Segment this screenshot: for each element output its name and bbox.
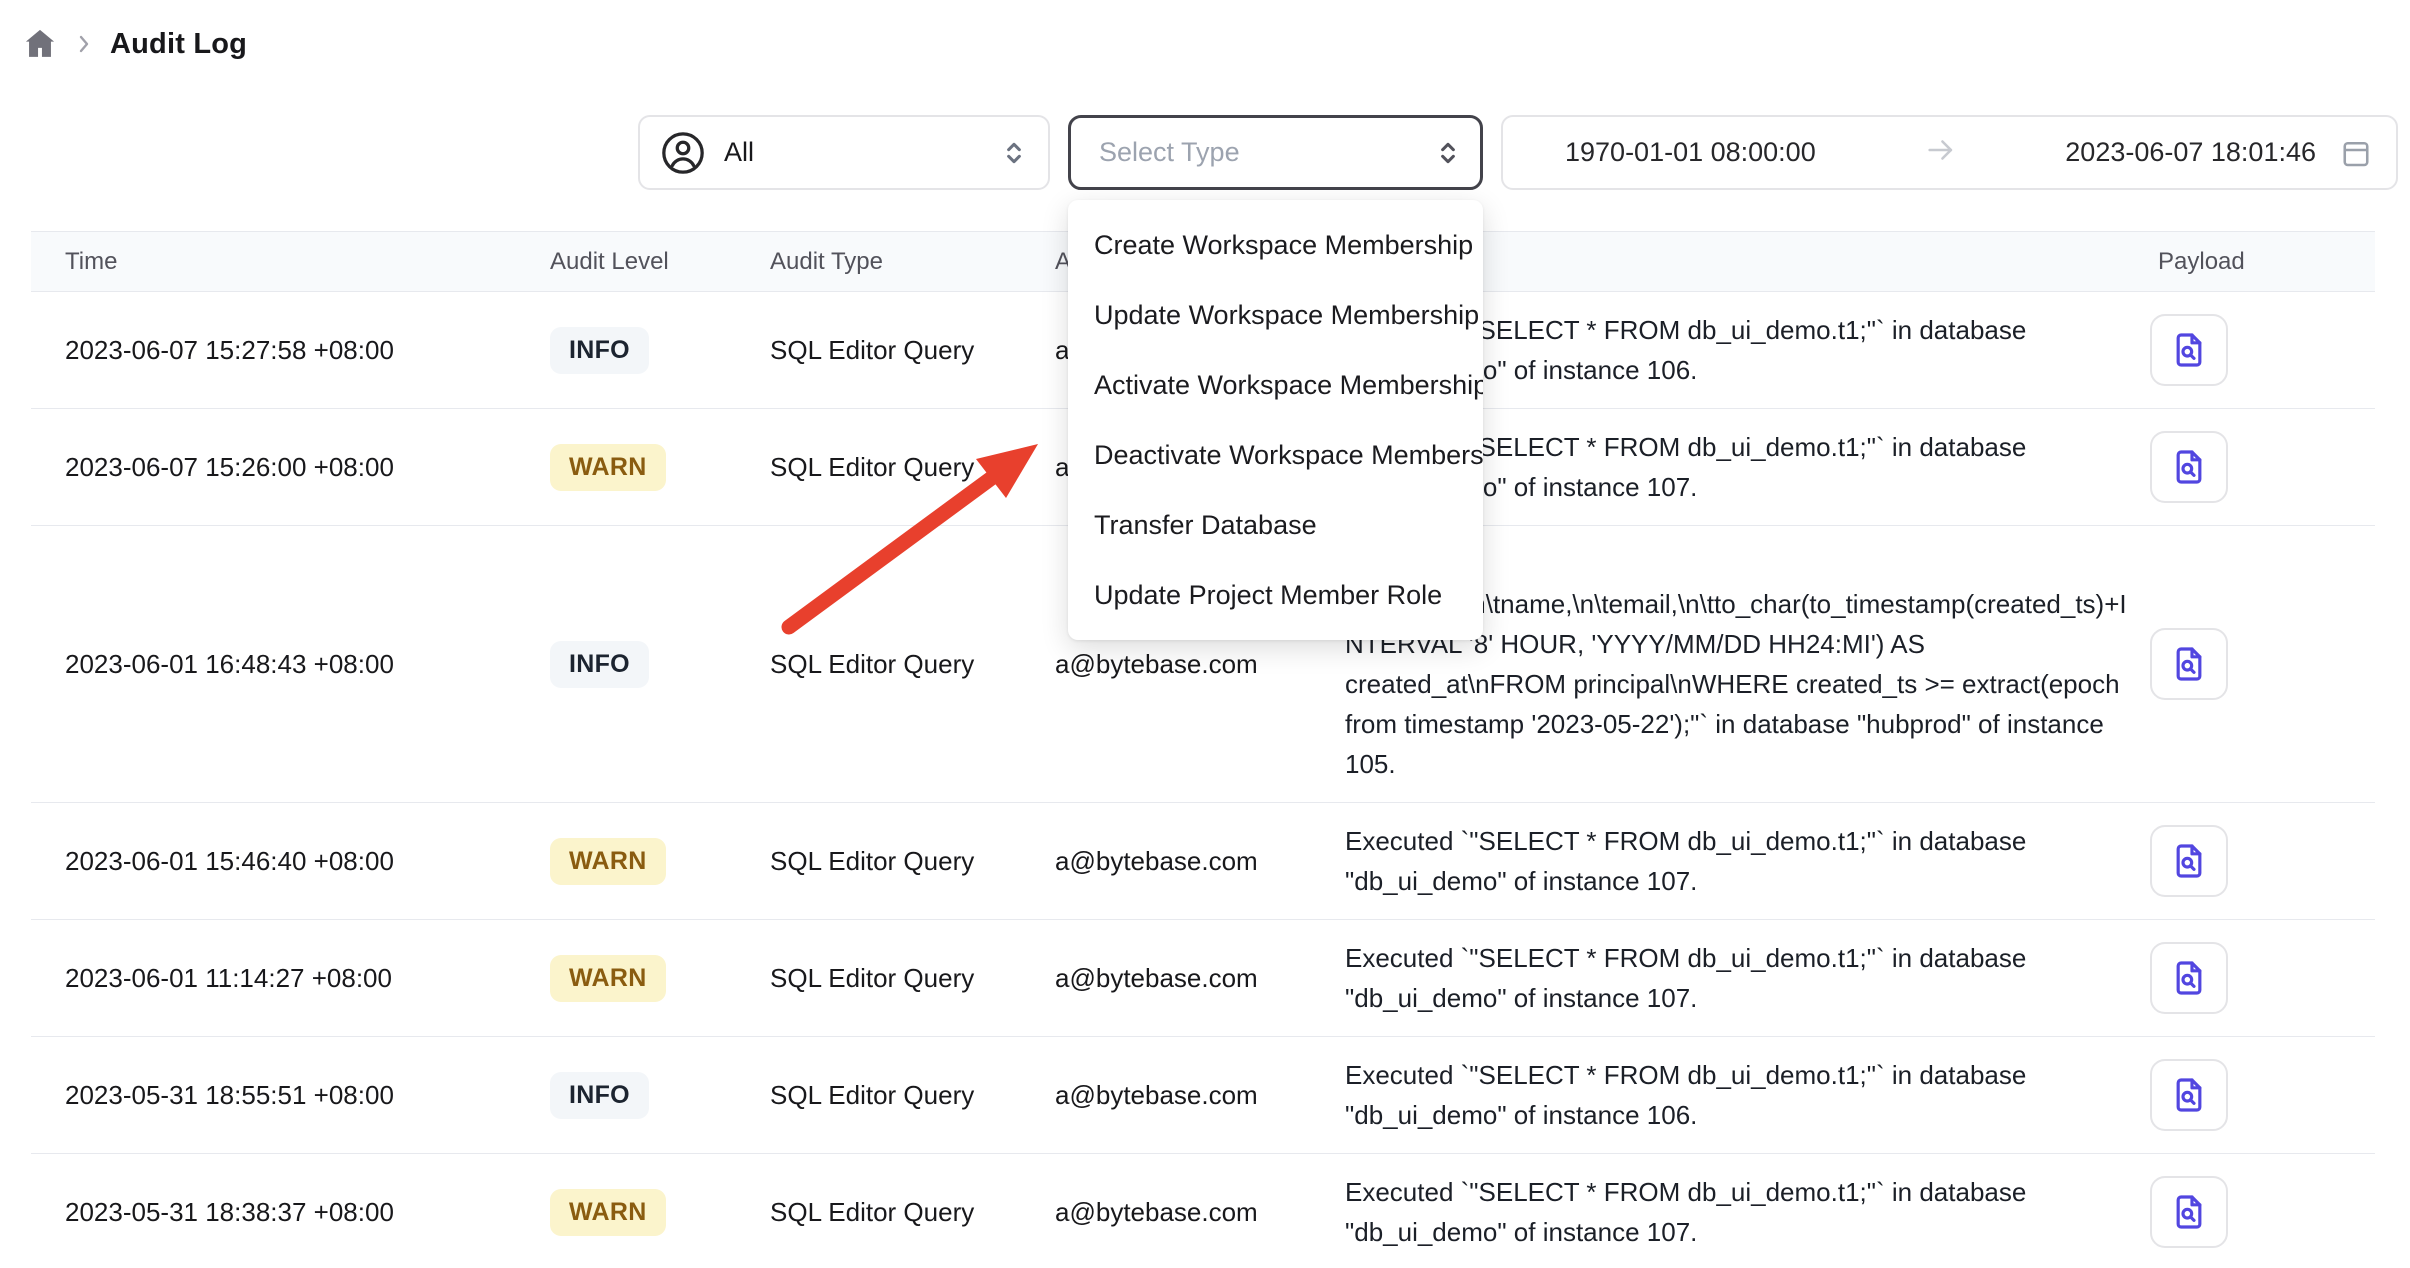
audit-level-badge: INFO — [550, 327, 649, 374]
actor-filter-select[interactable]: All — [638, 115, 1050, 190]
table-row: 2023-06-01 11:14:27 +08:00 WARN SQL Edit… — [31, 920, 2375, 1037]
page-title: Audit Log — [110, 28, 247, 61]
row-actor: a@bytebase.com — [1055, 963, 1345, 994]
type-dropdown-item[interactable]: Deactivate Workspace Membership — [1068, 420, 1483, 490]
document-search-icon — [2169, 1075, 2209, 1115]
row-audit-type: SQL Editor Query — [770, 335, 1055, 366]
row-time: 2023-06-01 16:48:43 +08:00 — [65, 649, 550, 680]
type-filter-placeholder: Select Type — [1099, 137, 1240, 168]
table-row: 2023-06-01 15:46:40 +08:00 WARN SQL Edit… — [31, 803, 2375, 920]
row-actor: a@bytebase.com — [1055, 1080, 1345, 1111]
row-time: 2023-06-01 11:14:27 +08:00 — [65, 963, 550, 994]
row-audit-type: SQL Editor Query — [770, 1197, 1055, 1228]
row-time: 2023-06-07 15:26:00 +08:00 — [65, 452, 550, 483]
column-header-payload: Payload — [2150, 248, 2375, 276]
row-actor: a@bytebase.com — [1055, 649, 1345, 680]
view-payload-button[interactable] — [2150, 1059, 2228, 1131]
row-comment: Executed `"SELECT * FROM db_ui_demo.t1;"… — [1345, 938, 2150, 1018]
arrow-right-icon — [1816, 133, 2066, 172]
filter-bar: All Select Type 1970-01-01 08:00:00 2023… — [638, 115, 2398, 190]
document-search-icon — [2169, 1192, 2209, 1232]
view-payload-button[interactable] — [2150, 1176, 2228, 1248]
view-payload-button[interactable] — [2150, 314, 2228, 386]
document-search-icon — [2169, 841, 2209, 881]
type-dropdown-item[interactable]: Create Workspace Membership — [1068, 210, 1483, 280]
row-actor: a@bytebase.com — [1055, 846, 1345, 877]
type-dropdown-item[interactable]: Transfer Database — [1068, 490, 1483, 560]
type-dropdown-menu: Create Workspace Membership Update Works… — [1068, 200, 1483, 640]
audit-level-badge: INFO — [550, 1072, 649, 1119]
audit-level-badge: INFO — [550, 641, 649, 688]
date-range-picker[interactable]: 1970-01-01 08:00:00 2023-06-07 18:01:46 — [1501, 115, 2398, 190]
chevron-right-icon — [72, 32, 96, 56]
column-header-time: Time — [65, 248, 550, 276]
audit-log-page: Audit Log All Select Type 1970-01-01 08:… — [0, 0, 2410, 1268]
row-time: 2023-05-31 18:55:51 +08:00 — [65, 1080, 550, 1111]
breadcrumb: Audit Log — [22, 26, 247, 62]
type-dropdown-item[interactable]: Update Workspace Membership — [1068, 280, 1483, 350]
row-comment: Executed `"SELECT * FROM db_ui_demo.t1;"… — [1345, 1055, 2150, 1135]
audit-level-badge: WARN — [550, 838, 666, 885]
row-time: 2023-05-31 18:38:37 +08:00 — [65, 1197, 550, 1228]
column-header-audit-level: Audit Level — [550, 248, 770, 276]
view-payload-button[interactable] — [2150, 628, 2228, 700]
row-comment: Executed `"SELECT * FROM db_ui_demo.t1;"… — [1345, 821, 2150, 901]
row-time: 2023-06-07 15:27:58 +08:00 — [65, 335, 550, 366]
row-comment: Executed `"SELECT * FROM db_ui_demo.t1;"… — [1345, 1172, 2150, 1252]
table-row: 2023-05-31 18:55:51 +08:00 INFO SQL Edit… — [31, 1037, 2375, 1154]
document-search-icon — [2169, 330, 2209, 370]
row-audit-type: SQL Editor Query — [770, 452, 1055, 483]
type-filter-select[interactable]: Select Type — [1068, 115, 1483, 190]
calendar-icon — [2338, 135, 2374, 171]
home-icon[interactable] — [22, 26, 58, 62]
document-search-icon — [2169, 958, 2209, 998]
row-actor: a@bytebase.com — [1055, 1197, 1345, 1228]
row-time: 2023-06-01 15:46:40 +08:00 — [65, 846, 550, 877]
audit-level-badge: WARN — [550, 444, 666, 491]
view-payload-button[interactable] — [2150, 431, 2228, 503]
row-audit-type: SQL Editor Query — [770, 1080, 1055, 1111]
audit-level-badge: WARN — [550, 1189, 666, 1236]
actor-filter-value: All — [724, 137, 754, 168]
chevron-updown-icon — [998, 137, 1030, 169]
row-audit-type: SQL Editor Query — [770, 963, 1055, 994]
column-header-audit-type: Audit Type — [770, 248, 1055, 276]
type-dropdown-item[interactable]: Activate Workspace Membership — [1068, 350, 1483, 420]
row-audit-type: SQL Editor Query — [770, 846, 1055, 877]
type-dropdown-item[interactable]: Update Project Member Role — [1068, 560, 1483, 630]
view-payload-button[interactable] — [2150, 942, 2228, 1014]
chevron-updown-icon — [1432, 137, 1464, 169]
view-payload-button[interactable] — [2150, 825, 2228, 897]
audit-level-badge: WARN — [550, 955, 666, 1002]
table-row: 2023-05-31 18:38:37 +08:00 WARN SQL Edit… — [31, 1154, 2375, 1268]
person-circle-icon — [660, 130, 706, 176]
document-search-icon — [2169, 447, 2209, 487]
date-range-end[interactable]: 2023-06-07 18:01:46 — [2065, 137, 2316, 168]
document-search-icon — [2169, 644, 2209, 684]
row-audit-type: SQL Editor Query — [770, 649, 1055, 680]
date-range-start[interactable]: 1970-01-01 08:00:00 — [1565, 137, 1816, 168]
